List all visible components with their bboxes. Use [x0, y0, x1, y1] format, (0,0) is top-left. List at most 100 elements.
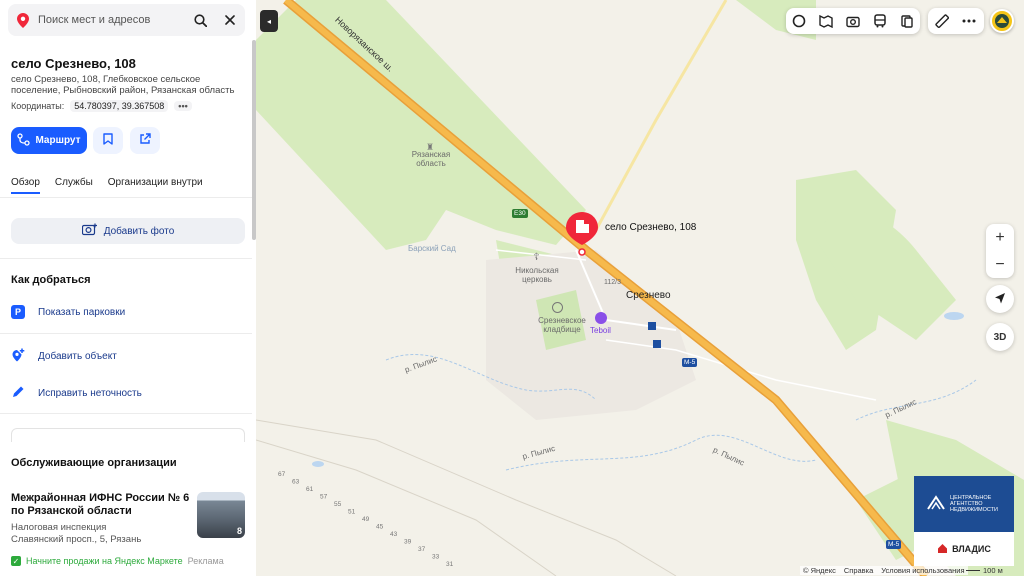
coordinates-label: Координаты:: [11, 101, 65, 111]
fix-error-link[interactable]: Исправить неточность: [11, 385, 142, 402]
cemetery-label: Срезневское кладбище: [538, 316, 586, 334]
add-object-label: Добавить объект: [38, 351, 117, 362]
market-ad-text: Начните продажи на Яндекс Маркете: [26, 556, 183, 566]
collapse-sidebar-button[interactable]: ◂: [260, 10, 278, 32]
market-ad[interactable]: ✓ Начните продажи на Яндекс Маркете Рекл…: [11, 556, 224, 566]
services-heading: Обслуживающие организации: [11, 457, 177, 469]
place-marker-title: село Срезнево, 108: [605, 222, 697, 233]
org-photo[interactable]: 8: [197, 492, 245, 538]
more-icon[interactable]: [955, 8, 982, 34]
map-background: 67 63 61 57 55 51 49 45 43 39 37 33 31: [256, 0, 1024, 576]
place-marker[interactable]: [566, 212, 598, 261]
org-address: Славянский просп., 5, Рязань: [11, 534, 142, 545]
org-photo-count: 8: [236, 526, 242, 536]
map-canvas[interactable]: 67 63 61 57 55 51 49 45 43 39 37 33 31 Новорязанское…: [256, 0, 1024, 576]
plot-number: 57: [320, 494, 328, 501]
house-icon: [937, 543, 948, 556]
search-input[interactable]: [38, 14, 185, 26]
map-layers-toolbar: [786, 8, 920, 34]
locate-me-button[interactable]: [986, 285, 1014, 313]
navigation-arrow-icon: [994, 292, 1006, 307]
org-title-link[interactable]: Межрайонная ИФНС России № 6 по Рязанской…: [11, 492, 191, 518]
ruler-icon[interactable]: [928, 8, 955, 34]
church-icon: ☦: [533, 252, 540, 263]
house-number-label: 112/3: [604, 279, 621, 286]
scale-bar: [966, 570, 980, 571]
add-photo-label: Добавить фото: [103, 225, 175, 237]
traffic-icon[interactable]: [893, 8, 920, 34]
ad-brand: ВЛАДИС: [914, 532, 1014, 566]
share-icon: [139, 132, 151, 150]
copyright-text: © Яндекс: [803, 566, 836, 575]
agency-logo-icon: [926, 495, 946, 513]
search-box[interactable]: [8, 4, 245, 36]
plot-number: 31: [446, 561, 454, 568]
scale-label: 100 м: [983, 566, 1003, 575]
tab-services[interactable]: Службы: [55, 177, 93, 194]
how-to-get-heading: Как добраться: [11, 274, 91, 286]
plot-number: 37: [418, 546, 426, 553]
bookmark-icon: [103, 132, 113, 150]
check-icon: ✓: [11, 556, 21, 566]
location-pin-icon: [8, 12, 38, 28]
terms-link[interactable]: Условия использования: [881, 566, 964, 575]
route-button[interactable]: Маршрут: [11, 127, 87, 154]
plot-number: 67: [278, 471, 286, 478]
zoom-control: + −: [986, 224, 1014, 278]
panorama-icon[interactable]: [813, 8, 840, 34]
plot-number: 55: [334, 501, 342, 508]
plot-number: 63: [292, 479, 300, 486]
divider: [0, 258, 252, 259]
ad-brand-text: ВЛАДИС: [952, 544, 991, 554]
divider: [0, 197, 252, 198]
search-icon[interactable]: [185, 4, 215, 36]
layers-icon[interactable]: [786, 8, 813, 34]
zoom-in-button[interactable]: +: [995, 229, 1004, 247]
plot-number: 39: [404, 539, 412, 546]
map-tools-toolbar: [928, 8, 984, 34]
parking-icon: P: [11, 305, 25, 319]
map-ad[interactable]: ЦЕНТРАЛЬНОЕ АГЕНТСТВО НЕДВИЖИМОСТИ ВЛАДИ…: [914, 476, 1014, 566]
church-label: Никольская церковь: [515, 266, 559, 284]
show-parking-link[interactable]: P Показать парковки: [11, 305, 125, 319]
bus-stop-icon: [653, 340, 661, 348]
divider: [0, 413, 252, 414]
tab-bar: Обзор Службы Организации внутри: [11, 177, 203, 194]
add-photo-button[interactable]: Добавить фото: [11, 218, 245, 244]
plot-number: 51: [348, 509, 356, 516]
monument-icon: ♜: [426, 142, 435, 152]
3d-button[interactable]: 3D: [986, 323, 1014, 351]
close-icon[interactable]: [215, 4, 245, 36]
bookmark-button[interactable]: [93, 127, 123, 154]
tab-orgs-inside[interactable]: Организации внутри: [108, 177, 203, 194]
place-address: село Срезнево, 108, Глебковское сельское…: [11, 74, 235, 96]
plot-number: 45: [376, 524, 384, 531]
plot-number: 61: [306, 486, 314, 493]
bus-icon[interactable]: [866, 8, 893, 34]
tab-overview[interactable]: Обзор: [11, 177, 40, 194]
show-parking-label: Показать парковки: [38, 306, 126, 318]
ad-banner: ЦЕНТРАЛЬНОЕ АГЕНТСТВО НЕДВИЖИМОСТИ: [914, 476, 1014, 532]
faded-card: [11, 428, 245, 442]
camera-icon: [81, 223, 98, 239]
cemetery-icon: [552, 302, 563, 313]
pencil-icon: [11, 385, 25, 402]
share-button[interactable]: [130, 127, 160, 154]
help-link[interactable]: Справка: [844, 566, 873, 575]
coordinates: Координаты: 54.780397, 39.367508 •••: [11, 100, 192, 112]
fix-error-label: Исправить неточность: [38, 388, 142, 399]
route-shield-e30: E30: [512, 209, 528, 218]
route-shield-m5: M-5: [682, 358, 698, 367]
camera-icon[interactable]: [840, 8, 867, 34]
zoom-out-button[interactable]: −: [995, 256, 1004, 274]
add-object-link[interactable]: Добавить объект: [11, 348, 117, 365]
coordinates-more-button[interactable]: •••: [174, 101, 192, 111]
user-avatar[interactable]: [990, 9, 1014, 33]
route-icon: [17, 132, 31, 149]
plot-number: 43: [390, 531, 398, 538]
coordinates-value[interactable]: 54.780397, 39.367508: [70, 100, 169, 112]
route-label: Маршрут: [35, 135, 81, 146]
sidebar: село Срезнево, 108 село Срезнево, 108, Г…: [0, 0, 256, 576]
plot-number: 33: [432, 554, 440, 561]
copyright-bar: © Яндекс Справка Условия использования: [800, 566, 968, 575]
